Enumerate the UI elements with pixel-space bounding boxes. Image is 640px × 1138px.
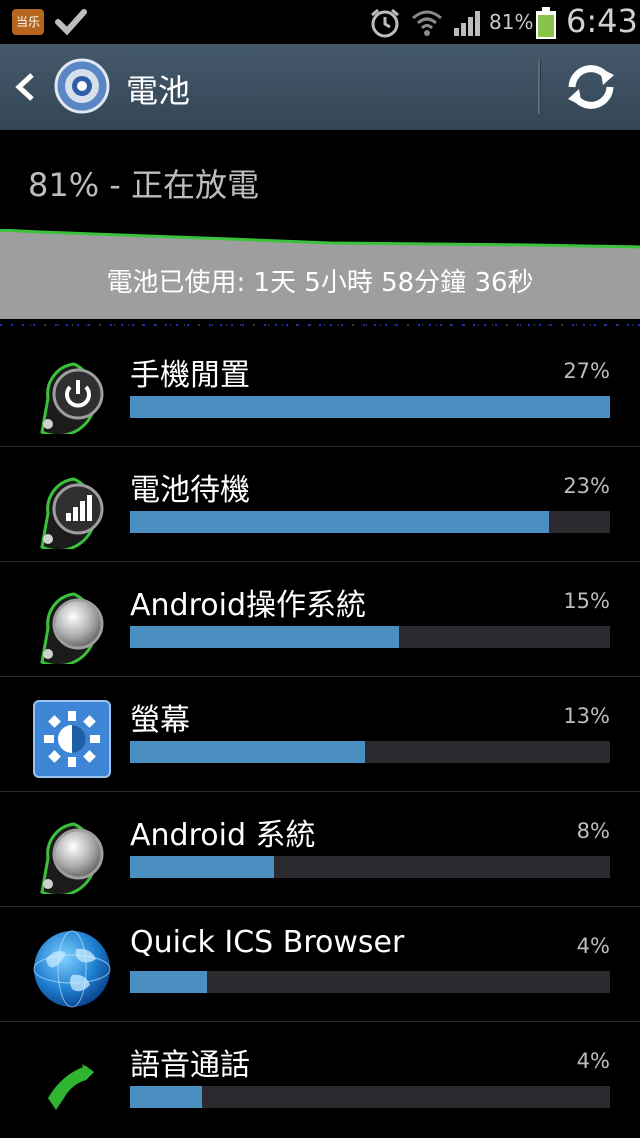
alarm-icon	[371, 8, 399, 38]
usage-percent: 15%	[563, 589, 610, 613]
settings-gear-icon	[54, 58, 110, 114]
usage-bar-track	[130, 856, 610, 878]
android-os-icon	[40, 592, 104, 664]
usage-row-screen[interactable]: 螢幕 13%	[0, 677, 640, 792]
signal-icon	[454, 11, 480, 36]
battery-usage-time: 電池已使用: 1天 5小時 58分鐘 36秒	[106, 268, 534, 298]
usage-bar-track	[130, 971, 610, 993]
wifi-icon	[412, 10, 442, 36]
status-bar: 当乐 81% 6:43	[0, 0, 640, 44]
usage-bar-track	[130, 511, 610, 533]
usage-percent: 27%	[563, 359, 610, 383]
usage-bar-track	[130, 396, 610, 418]
clock: 6:43	[566, 2, 638, 40]
brightness-icon	[33, 700, 111, 778]
usage-name: 語音通話	[130, 1048, 250, 1083]
signal-icon	[40, 477, 104, 549]
usage-row-android-os[interactable]: Android操作系統 15%	[0, 562, 640, 677]
usage-name: Quick ICS Browser	[130, 925, 405, 960]
usage-percent: 13%	[563, 704, 610, 728]
usage-row-phone-idle[interactable]: 手機閒置 27%	[0, 332, 640, 447]
usage-bar-track	[130, 1086, 610, 1108]
usage-bar-fill	[130, 856, 274, 878]
usage-bar-fill	[130, 626, 399, 648]
usage-percent: 8%	[576, 819, 610, 843]
action-bar: 電池	[0, 44, 640, 130]
phone-icon	[48, 1064, 94, 1110]
battery-status-text: 81% - 正在放電	[28, 166, 260, 204]
battery-percent: 81%	[489, 10, 534, 34]
usage-percent: 4%	[576, 1049, 610, 1073]
usage-bar-fill	[130, 741, 366, 763]
page-title: 電池	[126, 72, 191, 110]
usage-name: 手機閒置	[130, 358, 250, 393]
usage-row-browser[interactable]: Quick ICS Browser 4%	[0, 907, 640, 1022]
usage-row-android-system[interactable]: Android 系統 8%	[0, 792, 640, 907]
usage-bar-fill	[130, 1086, 202, 1108]
app-notification-icon: 当乐	[12, 9, 44, 35]
usage-bar-fill	[130, 511, 550, 533]
power-icon	[40, 362, 104, 434]
usage-row-voice-call[interactable]: 語音通話 4%	[0, 1022, 640, 1137]
usage-name: Android 系統	[130, 818, 316, 853]
usage-bar-fill	[130, 396, 610, 418]
usage-name: 電池待機	[130, 473, 250, 508]
usage-bar-track	[130, 741, 610, 763]
usage-percent: 4%	[576, 934, 610, 958]
signal-strip	[0, 324, 640, 326]
divider	[538, 60, 541, 114]
usage-bar-track	[130, 626, 610, 648]
refresh-icon[interactable]	[548, 54, 634, 120]
battery-icon	[536, 7, 556, 39]
usage-percent: 23%	[563, 474, 610, 498]
back-chevron-icon[interactable]	[12, 72, 38, 102]
check-icon	[55, 9, 87, 36]
usage-row-cell-standby[interactable]: 電池待機 23%	[0, 447, 640, 562]
usage-bar-fill	[130, 971, 207, 993]
globe-icon	[33, 930, 111, 1008]
usage-name: 螢幕	[130, 703, 190, 738]
usage-name: Android操作系統	[130, 588, 366, 623]
android-system-icon	[40, 822, 104, 894]
